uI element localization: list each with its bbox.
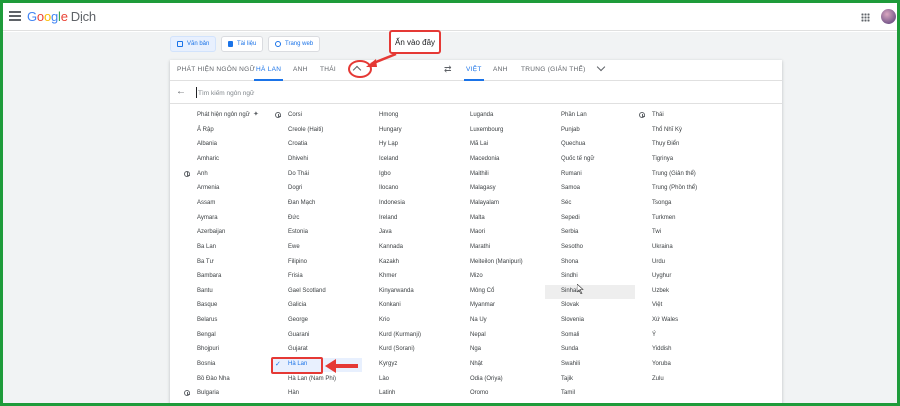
annotation-arrows [325,52,397,373]
mouse-cursor-icon [577,284,584,294]
annotation-arrowhead-bottom [325,359,336,373]
annotation-arrowhead-top [366,59,377,67]
